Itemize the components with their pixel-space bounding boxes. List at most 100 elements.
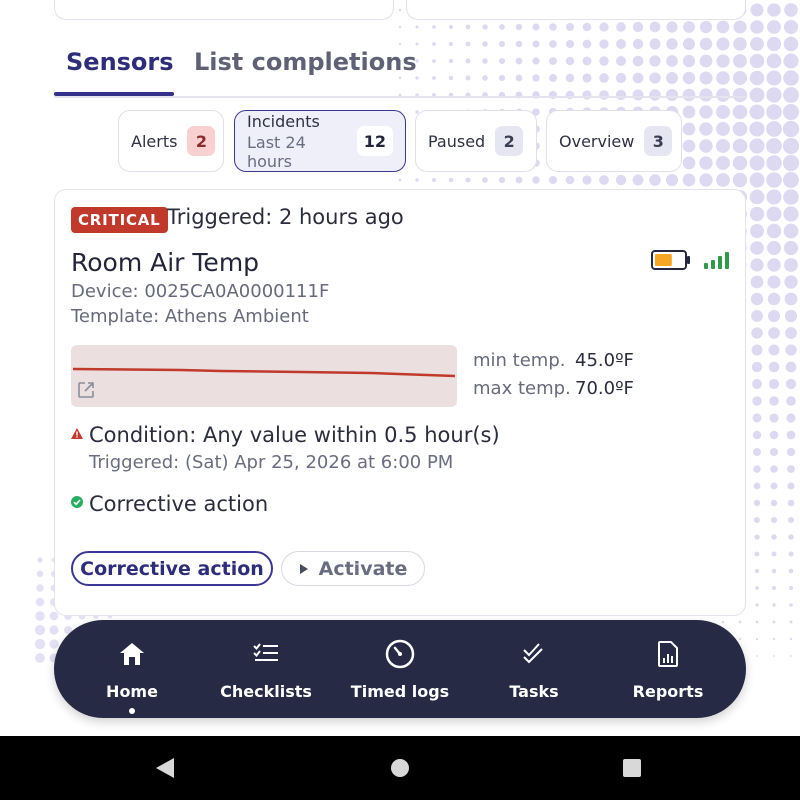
- filter-sublabel: Last 24 hours: [247, 132, 306, 171]
- background-dot: [767, 258, 781, 272]
- background-dot: [786, 447, 796, 457]
- background-dot: [732, 138, 748, 154]
- background-dot: [716, 122, 730, 136]
- open-external-icon[interactable]: [77, 381, 95, 399]
- background-dot: [789, 620, 793, 624]
- nav-checklists[interactable]: Checklists: [199, 638, 333, 701]
- background-dot: [768, 344, 780, 356]
- background-dot: [772, 586, 776, 590]
- filter-count-badge: 12: [356, 126, 393, 156]
- background-dot: [771, 551, 777, 557]
- background-dot: [783, 172, 799, 188]
- incident-card[interactable]: CRITICAL Triggered: 2 hours ago Room Air…: [54, 189, 746, 616]
- background-dot: [666, 21, 678, 33]
- background-dot: [783, 223, 799, 239]
- corrective-action-button[interactable]: Corrective action: [71, 551, 273, 586]
- background-dot: [766, 172, 782, 188]
- sensor-name: Room Air Temp: [71, 248, 260, 277]
- home-icon: [120, 643, 144, 665]
- background-dot: [750, 20, 764, 34]
- nav-home[interactable]: Home: [65, 638, 199, 714]
- background-dot: [770, 482, 778, 490]
- background-dot: [716, 173, 730, 187]
- filter-label: Alerts: [131, 131, 178, 151]
- background-dot: [753, 499, 761, 507]
- background-dot: [789, 603, 793, 607]
- tab-sensors[interactable]: Sensors: [66, 48, 174, 88]
- background-dot: [754, 534, 760, 540]
- background-dot: [769, 396, 779, 406]
- background-dot: [721, 620, 725, 624]
- background-dot: [716, 105, 730, 119]
- background-dot: [787, 482, 795, 490]
- background-dot: [782, 103, 800, 121]
- recents-icon[interactable]: [621, 756, 643, 780]
- nav-tasks[interactable]: Tasks: [467, 638, 601, 701]
- background-dot: [599, 22, 609, 32]
- background-dot: [716, 156, 730, 170]
- filter-alerts[interactable]: Alerts 2: [118, 110, 224, 172]
- filter-label: Incidents: [247, 111, 320, 131]
- background-dot: [770, 499, 778, 507]
- background-dot: [515, 23, 523, 31]
- activate-button[interactable]: Activate: [281, 551, 425, 586]
- background-dot: [751, 310, 763, 322]
- background-dot: [565, 22, 575, 32]
- home-circle-icon[interactable]: [389, 756, 411, 780]
- nav-timed-logs[interactable]: Timed logs: [333, 638, 467, 701]
- background-dot: [37, 557, 43, 563]
- nav-reports[interactable]: Reports: [601, 638, 735, 701]
- background-dot: [755, 620, 759, 624]
- background-dot: [699, 173, 713, 187]
- background-dot: [785, 327, 797, 339]
- warning-icon: [71, 428, 83, 439]
- background-dot: [35, 653, 45, 663]
- background-dot: [784, 309, 798, 323]
- background-dot: [767, 241, 781, 255]
- background-dot: [783, 19, 799, 35]
- triggered-time: Triggered: 2 hours ago: [167, 205, 404, 229]
- top-card-right: [406, 0, 746, 20]
- background-dot: [772, 637, 776, 641]
- background-dot: [767, 292, 781, 306]
- tab-list-completions[interactable]: List completions: [194, 48, 417, 88]
- background-dot: [787, 499, 795, 507]
- filter-paused[interactable]: Paused 2: [415, 110, 537, 172]
- background-dot: [752, 379, 762, 389]
- background-dot: [49, 639, 59, 649]
- play-icon: [299, 563, 308, 574]
- background-dot: [772, 603, 776, 607]
- background-dot: [432, 25, 436, 29]
- background-dot: [49, 625, 59, 635]
- background-dot: [766, 70, 782, 86]
- background-dot: [769, 430, 779, 440]
- filter-overview[interactable]: Overview 3: [546, 110, 682, 172]
- back-icon[interactable]: [154, 756, 176, 780]
- background-dot: [766, 155, 782, 171]
- min-temp-value: 45.0ºF: [575, 350, 634, 371]
- background-dot: [787, 465, 795, 473]
- nav-label: Checklists: [220, 682, 312, 701]
- background-dot: [783, 206, 799, 222]
- background-dot: [783, 189, 799, 205]
- background-dot: [616, 22, 626, 32]
- background-dot: [790, 655, 792, 657]
- background-dot: [565, 175, 575, 185]
- background-dot: [733, 20, 747, 34]
- report-icon: [658, 641, 678, 667]
- background-dot: [750, 275, 764, 289]
- android-system-bar: [0, 736, 800, 800]
- background-dot: [398, 8, 402, 12]
- filter-incidents[interactable]: Incidents Last 24 hours 12: [234, 110, 406, 172]
- template-name: Template: Athens Ambient: [71, 306, 309, 327]
- min-temp-label: min temp.: [473, 350, 566, 371]
- bottom-navigation: Home Checklists Timed logs Tasks Reports: [54, 620, 746, 718]
- background-dot: [768, 378, 780, 390]
- background-dot: [783, 36, 799, 52]
- background-dot: [615, 174, 627, 186]
- background-dot: [749, 172, 765, 188]
- background-dot: [532, 176, 540, 184]
- nav-label: Home: [106, 682, 158, 701]
- temperature-sparkline[interactable]: [71, 345, 457, 407]
- background-dot: [448, 24, 454, 30]
